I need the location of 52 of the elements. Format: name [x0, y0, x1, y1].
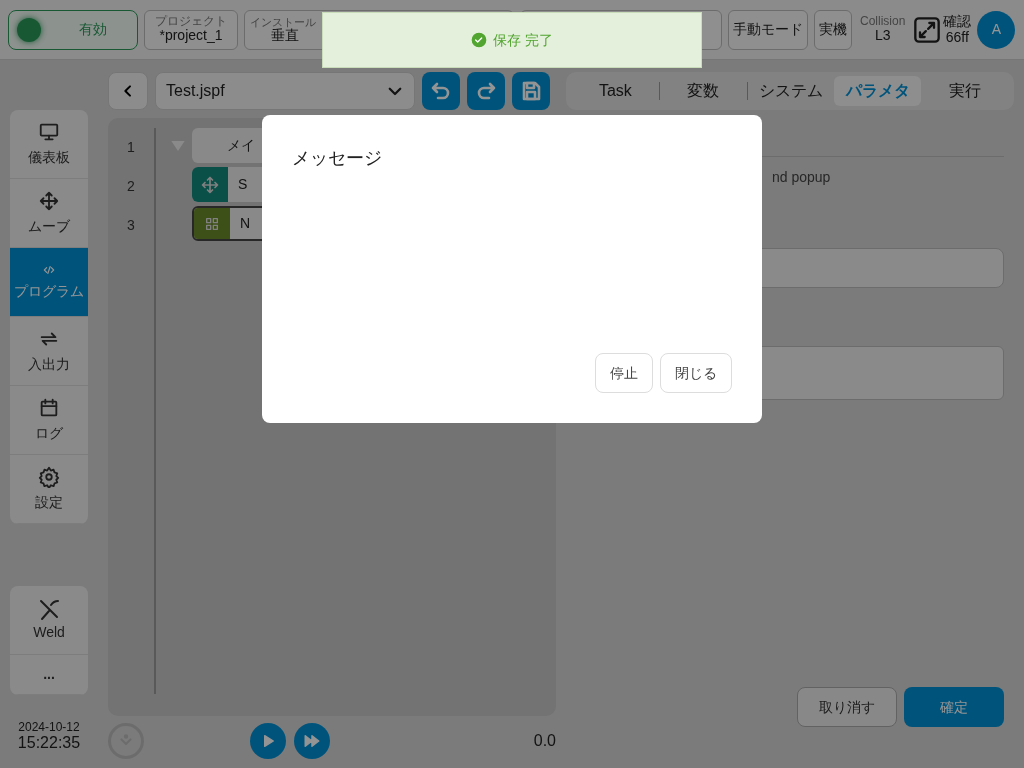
- line-number: 3: [126, 216, 136, 235]
- confirm-button[interactable]: 確定: [904, 687, 1004, 727]
- collision-value: L3: [874, 28, 891, 44]
- play-button[interactable]: [250, 723, 286, 759]
- fast-forward-icon: [303, 732, 321, 750]
- tab[interactable]: 変数: [659, 76, 747, 106]
- sidebar-item[interactable]: 設定: [10, 455, 88, 524]
- welding-torch-icon: [37, 597, 61, 622]
- more-button[interactable]: ...: [10, 655, 88, 695]
- back-button[interactable]: [108, 72, 148, 110]
- tab[interactable]: パラメタ: [834, 76, 922, 106]
- machine-button[interactable]: 実機: [814, 9, 852, 50]
- enable-toggle[interactable]: 有効: [8, 9, 138, 50]
- move-icon: [200, 174, 220, 195]
- confirm-value: 66ff: [944, 29, 970, 45]
- cancel-button[interactable]: 取り消す: [797, 687, 897, 727]
- grid-icon: [204, 215, 220, 232]
- file-select[interactable]: Test.jspf: [155, 72, 415, 110]
- tab[interactable]: 実行: [921, 76, 1008, 106]
- sidebar-item[interactable]: プログラム: [10, 248, 88, 317]
- status-value: 垂直: [271, 27, 299, 44]
- tab[interactable]: システム: [747, 76, 835, 106]
- sidebar-item[interactable]: 入出力: [10, 317, 88, 386]
- fast-forward-button[interactable]: [294, 723, 330, 759]
- line-number: 2: [126, 177, 136, 196]
- dialog-button[interactable]: 停止: [595, 353, 653, 393]
- dialog-title: メッセージ: [292, 147, 383, 170]
- line-number: 1: [126, 138, 136, 157]
- tab[interactable]: Task: [572, 76, 659, 106]
- undo-button[interactable]: [422, 72, 460, 110]
- speed-value: 0.0: [533, 731, 556, 751]
- sidebar-item[interactable]: ログ: [10, 386, 88, 455]
- time-label: 15:22:35: [17, 734, 81, 752]
- date-label: 2024-10-12: [18, 721, 80, 735]
- save-button[interactable]: [512, 72, 550, 110]
- expand-icon: [913, 15, 942, 44]
- settings-icon: [38, 465, 60, 488]
- avatar[interactable]: A: [977, 10, 1016, 49]
- calendar-icon: [38, 396, 60, 419]
- fullscreen-button[interactable]: 確認 66ff: [913, 9, 972, 50]
- status-value: *project_1: [159, 28, 223, 44]
- collision-label: Collision: [860, 15, 906, 29]
- check-circle-icon: [471, 32, 488, 48]
- dialog-button[interactable]: 閉じる: [660, 353, 732, 393]
- mode-button[interactable]: 手動モード: [728, 9, 808, 50]
- confirm-label: 確認: [943, 14, 972, 30]
- sidebar-item[interactable]: 儀表板: [10, 110, 88, 179]
- toast: 保存 完了: [322, 12, 702, 68]
- sidebar-item[interactable]: Weld: [10, 586, 88, 655]
- move-icon: [38, 189, 60, 212]
- status-label: インストール: [250, 15, 316, 28]
- redo-button[interactable]: [467, 72, 505, 110]
